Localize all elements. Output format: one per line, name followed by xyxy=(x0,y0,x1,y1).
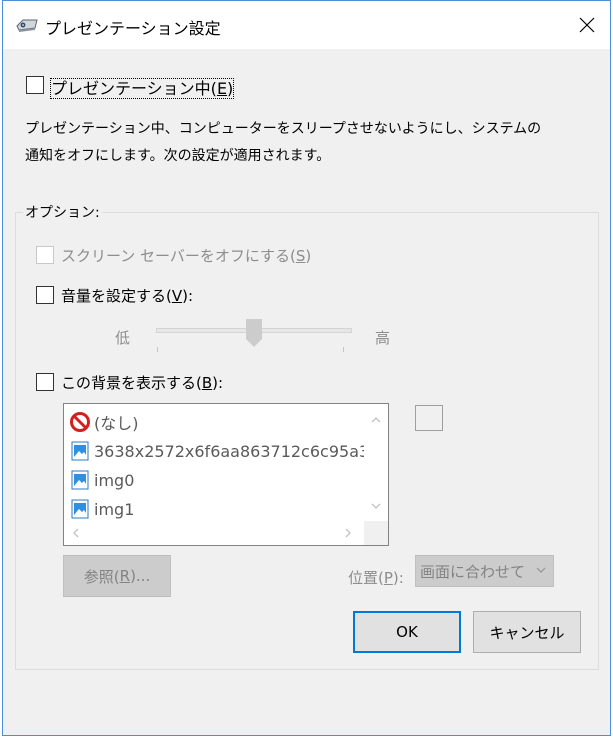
close-button[interactable] xyxy=(564,1,610,49)
presentation-label[interactable]: プレゼンテーション中(E) xyxy=(49,75,235,99)
list-vertical-scrollbar[interactable] xyxy=(364,404,388,522)
list-item[interactable]: (なし) xyxy=(70,409,139,435)
options-legend: オプション: xyxy=(23,202,102,222)
slider-tick-max xyxy=(343,347,344,352)
close-icon xyxy=(579,17,595,33)
list-item[interactable]: 3638x2572x6f6aa863712c6c95a37 xyxy=(70,438,379,464)
description-line-1: プレゼンテーション中、コンピューターをスリープさせないようにし、システムの xyxy=(25,121,542,137)
screensaver-checkbox[interactable] xyxy=(36,246,54,264)
no-entry-icon xyxy=(70,412,90,432)
background-label[interactable]: この背景を表示する(B): xyxy=(61,372,223,393)
cancel-button[interactable]: キャンセル xyxy=(473,611,581,653)
list-horizontal-scrollbar[interactable] xyxy=(64,521,364,545)
image-file-icon xyxy=(71,470,89,490)
chevron-down-icon xyxy=(536,567,546,573)
window-title: プレゼンテーション設定 xyxy=(45,19,221,38)
description-line-2: 通知をオフにします。次の設定が適用されます。 xyxy=(25,148,331,164)
scroll-left-arrow-icon[interactable] xyxy=(72,528,80,538)
position-label: 位置(P): xyxy=(348,569,404,587)
list-item[interactable]: img0 xyxy=(70,467,134,493)
projector-icon xyxy=(16,19,38,32)
presentation-label-text: プレゼンテーション中(E) xyxy=(49,78,235,99)
presentation-checkbox[interactable] xyxy=(26,76,44,94)
volume-slider-thumb[interactable] xyxy=(246,319,262,347)
browse-button[interactable]: 参照(R)... xyxy=(63,555,171,597)
volume-low-label: 低 xyxy=(115,329,131,347)
volume-high-label: 高 xyxy=(375,329,391,347)
ok-button[interactable]: OK xyxy=(353,611,461,653)
scroll-down-arrow-icon[interactable] xyxy=(371,502,381,510)
slider-tick-min xyxy=(157,347,158,352)
background-listbox[interactable]: (なし) 3638x2572x6f6aa863712c6c95a37 img0 xyxy=(63,403,389,546)
title-bar: プレゼンテーション設定 xyxy=(3,1,610,49)
description: プレゼンテーション中、コンピューターをスリープさせないようにし、システムの 通知… xyxy=(25,116,545,170)
scroll-up-arrow-icon[interactable] xyxy=(371,416,381,424)
background-preview xyxy=(415,405,443,431)
volume-checkbox[interactable] xyxy=(36,286,54,304)
position-select[interactable]: 画面に合わせて xyxy=(415,555,554,587)
image-file-icon xyxy=(71,499,89,519)
list-item[interactable]: img1 xyxy=(70,496,134,522)
position-select-value: 画面に合わせて xyxy=(420,562,526,581)
image-file-icon xyxy=(71,441,89,461)
volume-label[interactable]: 音量を設定する(V): xyxy=(61,285,193,306)
scroll-corner xyxy=(364,521,388,545)
scroll-right-arrow-icon[interactable] xyxy=(344,528,352,538)
presentation-settings-dialog: プレゼンテーション設定 プレゼンテーション中(E) プレゼンテーション中、コンピ… xyxy=(2,0,611,736)
screensaver-label: スクリーン セーバーをオフにする(S) xyxy=(61,247,312,265)
background-checkbox[interactable] xyxy=(36,373,54,391)
